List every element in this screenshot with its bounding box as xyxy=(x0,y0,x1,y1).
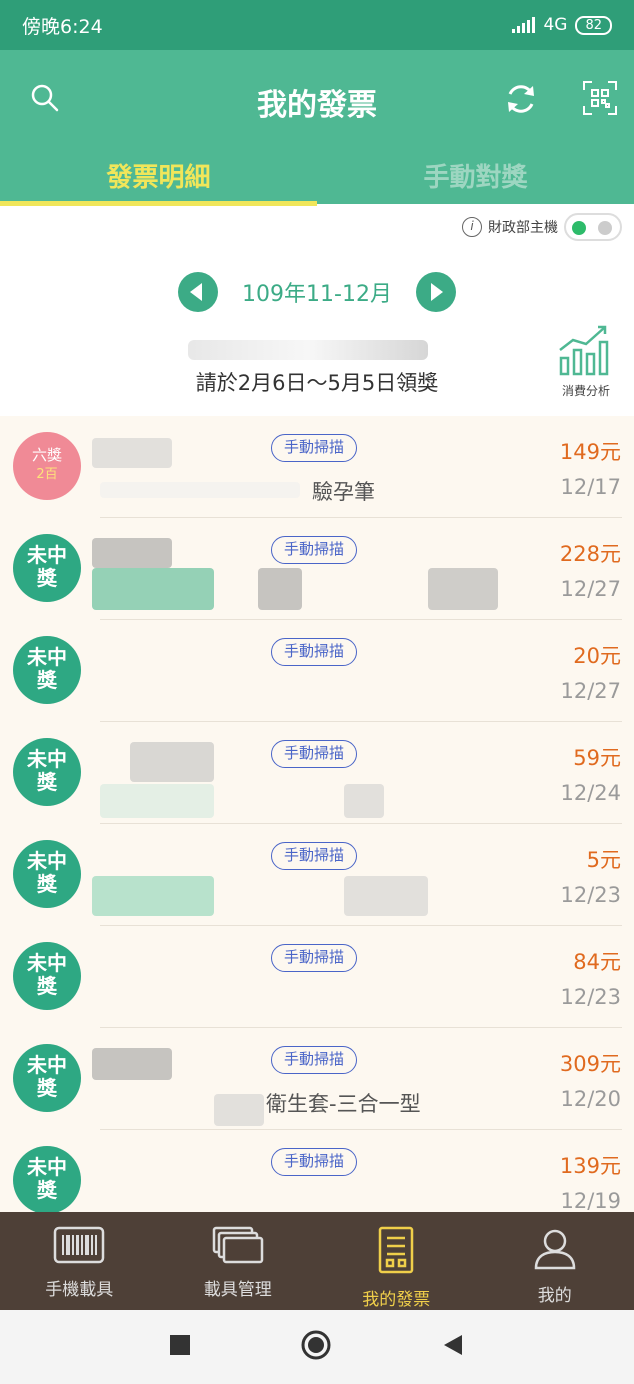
status-time: 傍晚6:24 xyxy=(22,15,103,38)
invoice-date: 12/23 xyxy=(560,883,621,907)
tab-bar: 發票明細 手動對獎 xyxy=(0,155,634,206)
bottom-nav: 手機載具 載具管理 我的發票 我的 xyxy=(0,1212,634,1310)
prize-badge: 六獎 2百 xyxy=(13,432,81,500)
network-type: 4G xyxy=(543,15,568,35)
invoice-row[interactable]: 未中獎 手動掃描 59元 12/24 xyxy=(0,722,634,824)
manual-scan-tag: 手動掃描 xyxy=(271,740,358,768)
nav-my-profile[interactable]: 我的 xyxy=(476,1212,634,1310)
mof-host-toggle[interactable] xyxy=(564,213,622,241)
invoice-amount: 139元 xyxy=(559,1154,621,1178)
nav-carrier-management[interactable]: 載具管理 xyxy=(159,1212,318,1310)
invoice-item: 驗孕筆 xyxy=(312,480,375,504)
invoice-date: 12/19 xyxy=(560,1189,621,1212)
not-won-badge: 未中獎 xyxy=(13,534,81,602)
app-header: 我的發票 發票明細 手動對獎 xyxy=(0,50,634,206)
invoice-list: 六獎 2百 手動掃描 驗孕筆 149元 12/17 未中獎 手動掃描 228元 1… xyxy=(0,416,634,1212)
invoice-amount: 84元 xyxy=(573,950,621,974)
manual-scan-tag: 手動掃描 xyxy=(271,434,358,462)
invoice-row[interactable]: 六獎 2百 手動掃描 驗孕筆 149元 12/17 xyxy=(0,416,634,518)
home-icon[interactable] xyxy=(300,1329,332,1365)
invoice-date: 12/23 xyxy=(560,985,621,1009)
info-icon[interactable]: i xyxy=(462,217,482,237)
qr-scan-icon[interactable] xyxy=(582,80,618,120)
manual-scan-tag: 手動掃描 xyxy=(271,536,358,564)
manual-scan-tag: 手動掃描 xyxy=(271,842,358,870)
bar-chart-icon xyxy=(558,325,614,382)
invoice-date: 12/17 xyxy=(560,475,621,499)
invoice-row[interactable]: 未中獎 手動掃描 5元 12/23 xyxy=(0,824,634,926)
recent-apps-icon[interactable] xyxy=(170,1335,190,1359)
invoice-date: 12/20 xyxy=(560,1087,621,1111)
signal-icon xyxy=(512,17,536,33)
manual-scan-tag: 手動掃描 xyxy=(271,638,358,666)
status-icons: 4G 82 xyxy=(512,15,612,35)
refresh-icon[interactable] xyxy=(502,80,540,122)
status-bar: 傍晚6:24 4G 82 xyxy=(0,0,634,50)
invoice-row[interactable]: 未中獎 手動掃描 衛生套-三合一型 309元 12/20 xyxy=(0,1028,634,1130)
manual-scan-tag: 手動掃描 xyxy=(271,1148,358,1176)
invoice-date: 12/27 xyxy=(560,679,621,703)
invoice-amount: 309元 xyxy=(559,1052,621,1076)
not-won-badge: 未中獎 xyxy=(13,1146,81,1212)
invoice-row[interactable]: 未中獎 手動掃描 84元 12/23 xyxy=(0,926,634,1028)
not-won-badge: 未中獎 xyxy=(13,738,81,806)
manual-scan-tag: 手動掃描 xyxy=(271,1046,358,1074)
invoice-icon xyxy=(376,1226,416,1279)
invoice-amount: 228元 xyxy=(559,542,621,566)
invoice-amount: 5元 xyxy=(586,848,621,872)
invoice-row[interactable]: 未中獎 手動掃描 20元 12/27 xyxy=(0,620,634,722)
not-won-badge: 未中獎 xyxy=(13,840,81,908)
prev-period-button[interactable] xyxy=(178,272,219,312)
claim-notice: 請於2月6日～5月5日領獎 xyxy=(195,371,439,395)
tab-invoice-details[interactable]: 發票明細 xyxy=(0,155,317,206)
not-won-badge: 未中獎 xyxy=(13,942,81,1010)
period-label: 109年11-12月 xyxy=(242,282,392,307)
nav-mobile-barcode[interactable]: 手機載具 xyxy=(0,1212,159,1310)
not-won-badge: 未中獎 xyxy=(13,636,81,704)
barcode-icon xyxy=(53,1226,105,1269)
spending-analysis-label: 消費分析 xyxy=(561,384,610,398)
cards-icon xyxy=(212,1226,264,1269)
invoice-amount: 59元 xyxy=(573,746,621,770)
battery-icon: 82 xyxy=(575,15,612,35)
invoice-date: 12/27 xyxy=(560,577,621,601)
invoice-date: 12/24 xyxy=(560,781,621,805)
spending-analysis-button[interactable]: 消費分析 xyxy=(556,322,616,399)
user-icon xyxy=(533,1229,577,1275)
nav-my-invoices[interactable]: 我的發票 xyxy=(317,1212,476,1310)
next-period-button[interactable] xyxy=(415,272,456,312)
invoice-row[interactable]: 未中獎 手動掃描 139元 12/19 xyxy=(0,1130,634,1212)
period-selector: 109年11-12月 xyxy=(0,272,634,312)
invoice-row[interactable]: 未中獎 手動掃描 228元 12/27 xyxy=(0,518,634,620)
mof-host-label: 財政部主機 xyxy=(488,220,558,236)
invoice-amount: 20元 xyxy=(573,644,621,668)
mof-host-toggle-row: i 財政部主機 xyxy=(462,213,622,241)
system-nav-bar xyxy=(0,1310,634,1384)
invoice-item: 衛生套-三合一型 xyxy=(266,1092,421,1116)
tab-manual-check[interactable]: 手動對獎 xyxy=(317,155,634,204)
manual-scan-tag: 手動掃描 xyxy=(271,944,358,972)
back-icon[interactable] xyxy=(442,1333,464,1361)
not-won-badge: 未中獎 xyxy=(13,1044,81,1112)
invoice-amount: 149元 xyxy=(559,440,621,464)
redacted-area xyxy=(188,340,428,360)
